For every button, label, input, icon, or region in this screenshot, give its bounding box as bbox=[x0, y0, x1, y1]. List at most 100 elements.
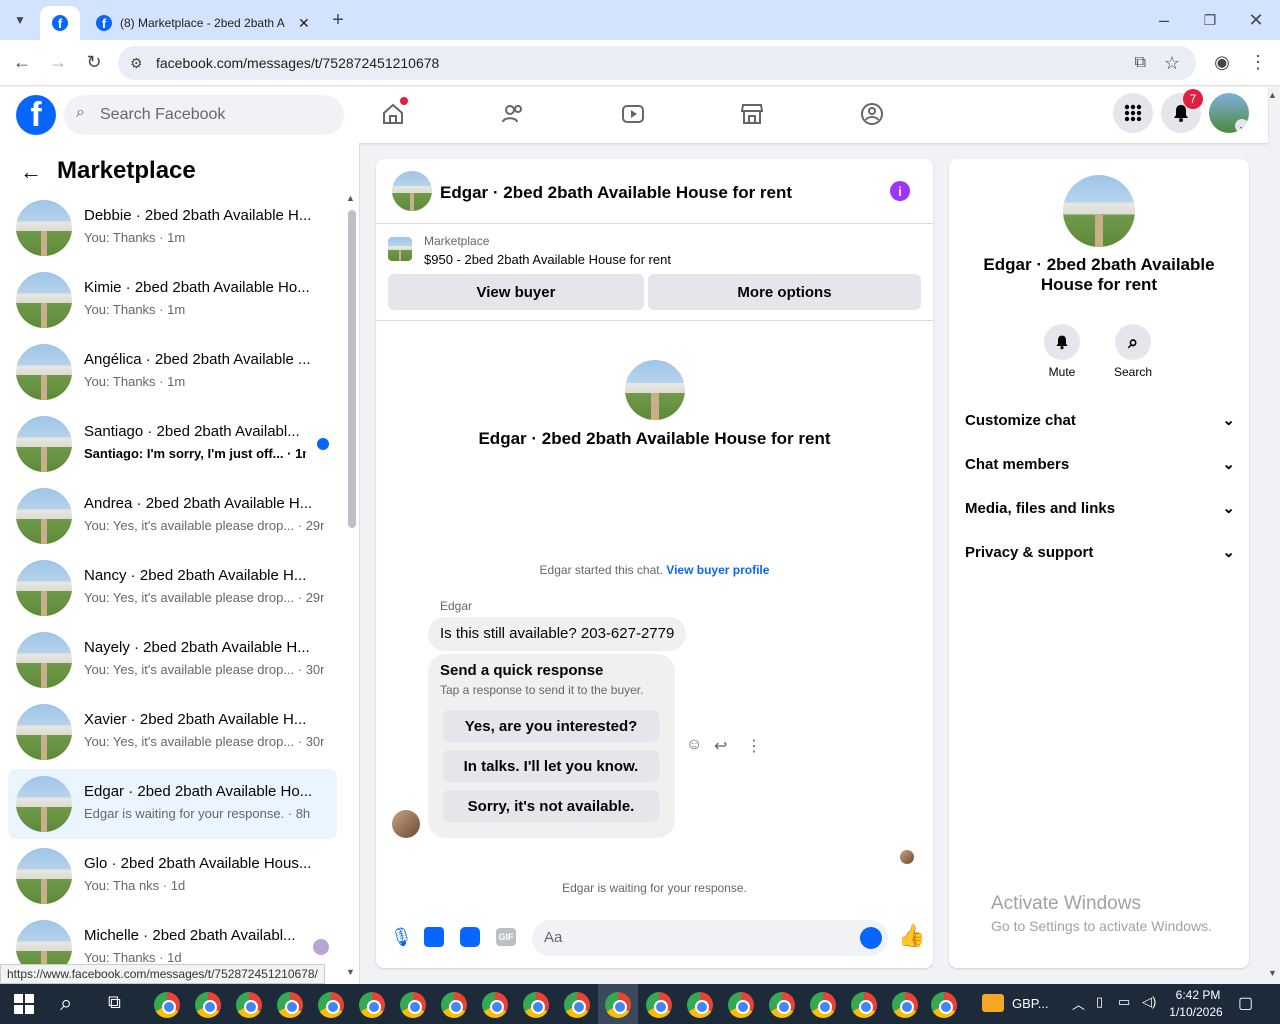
chrome-taskbar-icon-active[interactable] bbox=[605, 992, 631, 1018]
install-app-icon[interactable]: ⧉ bbox=[1135, 54, 1146, 72]
menu-grid-icon[interactable] bbox=[1113, 93, 1153, 133]
site-info-icon[interactable]: ⚙ bbox=[130, 55, 143, 72]
tray-chevron-icon[interactable]: ︿ bbox=[1072, 994, 1085, 1013]
tab-marketplace[interactable]: f (8) Marketplace - 2bed 2bath A ✕ bbox=[84, 6, 324, 40]
close-window-icon[interactable]: ✕ bbox=[1244, 8, 1268, 32]
chat-avatar[interactable] bbox=[392, 171, 432, 211]
conversation-item-selected[interactable]: Edgar · 2bed 2bath Available Ho... Edgar … bbox=[8, 769, 337, 839]
more-actions-icon[interactable]: ⋮ bbox=[746, 736, 762, 756]
chrome-taskbar-icon[interactable] bbox=[441, 992, 467, 1018]
chrome-taskbar-icon[interactable] bbox=[769, 992, 795, 1018]
chrome-taskbar-icon[interactable] bbox=[892, 992, 918, 1018]
conversation-item[interactable]: Xavier · 2bed 2bath Available H... You: Y… bbox=[8, 697, 337, 767]
chrome-taskbar-icon[interactable] bbox=[236, 992, 262, 1018]
conversation-item[interactable]: Santiago · 2bed 2bath Availabl... Santiag… bbox=[8, 409, 337, 479]
conversation-item[interactable]: Nayely · 2bed 2bath Available H... You: Y… bbox=[8, 625, 337, 695]
conversation-item[interactable]: Nancy · 2bed 2bath Available H... You: Ye… bbox=[8, 553, 337, 623]
chrome-taskbar-icon[interactable] bbox=[931, 992, 957, 1018]
friends-nav-icon[interactable] bbox=[498, 99, 528, 129]
chrome-taskbar-icon[interactable] bbox=[687, 992, 713, 1018]
conversation-item[interactable]: Andrea · 2bed 2bath Available H... You: Y… bbox=[8, 481, 337, 551]
marketplace-nav-icon[interactable] bbox=[737, 99, 767, 129]
weather-text[interactable]: GBP... bbox=[1012, 996, 1049, 1011]
tab-search-icon[interactable]: ▼ bbox=[8, 8, 32, 32]
weather-icon[interactable] bbox=[982, 994, 1004, 1012]
quick-reply-not-available-button[interactable]: Sorry, it's not available. bbox=[443, 790, 659, 822]
view-buyer-profile-link[interactable]: View buyer profile bbox=[666, 563, 769, 577]
new-tab-icon[interactable]: + bbox=[326, 8, 350, 32]
privacy-support-row[interactable]: Privacy & support ⌄ bbox=[965, 535, 1235, 569]
sidebar-scrollbar[interactable] bbox=[348, 210, 356, 528]
media-files-links-row[interactable]: Media, files and links ⌄ bbox=[965, 491, 1235, 525]
conversation-item[interactable]: Kimie · 2bed 2bath Available Ho... You: T… bbox=[8, 265, 337, 335]
address-bar[interactable]: ⚙ facebook.com/messages/t/75287245121067… bbox=[118, 46, 1196, 80]
network-icon[interactable]: ▭ bbox=[1118, 994, 1130, 1010]
chrome-taskbar-icon[interactable] bbox=[154, 992, 180, 1018]
voice-clip-icon[interactable]: 🎙 bbox=[390, 927, 413, 948]
scroll-up-icon[interactable]: ▲ bbox=[346, 193, 355, 203]
chrome-taskbar-icon[interactable] bbox=[564, 992, 590, 1018]
sender-avatar[interactable] bbox=[392, 810, 420, 838]
tab-pinned-facebook[interactable]: f bbox=[40, 6, 80, 40]
more-options-button[interactable]: More options bbox=[648, 274, 921, 310]
emoji-icon[interactable] bbox=[860, 927, 882, 949]
clock-date[interactable]: 1/10/2026 bbox=[1164, 1005, 1228, 1019]
chrome-taskbar-icon[interactable] bbox=[195, 992, 221, 1018]
chrome-taskbar-icon[interactable] bbox=[523, 992, 549, 1018]
notification-center-icon[interactable]: ▢ bbox=[1238, 993, 1253, 1013]
message-input[interactable]: Aa bbox=[532, 920, 888, 956]
chrome-taskbar-icon[interactable] bbox=[728, 992, 754, 1018]
account-avatar[interactable]: ⌄ bbox=[1209, 93, 1249, 133]
clock-time[interactable]: 6:42 PM bbox=[1168, 988, 1228, 1002]
chat-title[interactable]: Edgar · 2bed 2bath Available House for r… bbox=[440, 183, 792, 203]
volume-icon[interactable]: ◁) bbox=[1142, 994, 1156, 1010]
quick-reply-yes-button[interactable]: Yes, are you interested? bbox=[443, 710, 659, 742]
chrome-taskbar-icon[interactable] bbox=[359, 992, 385, 1018]
chrome-taskbar-icon[interactable] bbox=[318, 992, 344, 1018]
minimize-icon[interactable]: – bbox=[1152, 8, 1176, 32]
chrome-taskbar-icon[interactable] bbox=[277, 992, 303, 1018]
chrome-taskbar-icon[interactable] bbox=[810, 992, 836, 1018]
reload-icon[interactable]: ↻ bbox=[82, 50, 106, 74]
back-arrow-icon[interactable]: ← bbox=[20, 159, 42, 185]
conversation-item[interactable]: Angélica · 2bed 2bath Available ... You: … bbox=[8, 337, 337, 407]
chrome-taskbar-icon[interactable] bbox=[482, 992, 508, 1018]
panel-search-icon[interactable]: ⌕ bbox=[1115, 324, 1151, 360]
profile-icon[interactable]: ◉ bbox=[1210, 50, 1234, 74]
scroll-down-icon[interactable]: ▼ bbox=[346, 967, 355, 977]
restore-icon[interactable]: ❐ bbox=[1198, 8, 1222, 32]
notifications-bell-icon[interactable]: 7 bbox=[1161, 89, 1203, 133]
photo-icon[interactable] bbox=[424, 927, 444, 947]
quick-reply-in-talks-button[interactable]: In talks. I'll let you know. bbox=[443, 750, 659, 782]
tab-close-icon[interactable]: ✕ bbox=[298, 15, 310, 32]
chrome-taskbar-icon[interactable] bbox=[851, 992, 877, 1018]
facebook-logo[interactable]: f bbox=[16, 95, 56, 135]
details-avatar[interactable] bbox=[1063, 175, 1135, 247]
taskbar-search-icon[interactable]: ⌕ bbox=[60, 990, 72, 1016]
mute-bell-icon[interactable] bbox=[1044, 324, 1080, 360]
browser-menu-icon[interactable]: ⋮ bbox=[1246, 50, 1270, 74]
listing-text[interactable]: $950 - 2bed 2bath Available House for re… bbox=[424, 252, 671, 267]
bookmark-star-icon[interactable]: ☆ bbox=[1164, 53, 1180, 74]
like-thumb-icon[interactable]: 👍 bbox=[898, 923, 925, 949]
chrome-taskbar-icon[interactable] bbox=[646, 992, 672, 1018]
gif-icon[interactable]: GIF bbox=[496, 928, 516, 946]
video-nav-icon[interactable] bbox=[618, 99, 648, 129]
reply-icon[interactable]: ↩ bbox=[714, 736, 727, 756]
windows-start-icon[interactable] bbox=[14, 994, 34, 1014]
conversation-item[interactable]: Glo · 2bed 2bath Available Hous... You: T… bbox=[8, 841, 337, 911]
forward-icon[interactable]: → bbox=[46, 50, 70, 74]
view-buyer-button[interactable]: View buyer bbox=[388, 274, 644, 310]
search-facebook-input[interactable]: ⌕ Search Facebook bbox=[64, 95, 344, 135]
page-scroll-up-icon[interactable]: ▲ bbox=[1268, 90, 1277, 100]
chat-members-row[interactable]: Chat members ⌄ bbox=[965, 447, 1235, 481]
customize-chat-row[interactable]: Customize chat ⌄ bbox=[965, 403, 1235, 437]
react-emoji-icon[interactable]: ☺ bbox=[686, 736, 702, 754]
message-bubble[interactable]: Is this still available? 203-627-2779 bbox=[428, 617, 687, 651]
groups-nav-icon[interactable] bbox=[857, 99, 887, 129]
back-icon[interactable]: ← bbox=[10, 50, 34, 74]
tray-device-icon[interactable]: ▯ bbox=[1096, 994, 1103, 1010]
sticker-icon[interactable] bbox=[460, 927, 480, 947]
page-scroll-down-icon[interactable]: ▼ bbox=[1268, 968, 1277, 978]
task-view-icon[interactable]: ⧉ bbox=[108, 992, 121, 1013]
